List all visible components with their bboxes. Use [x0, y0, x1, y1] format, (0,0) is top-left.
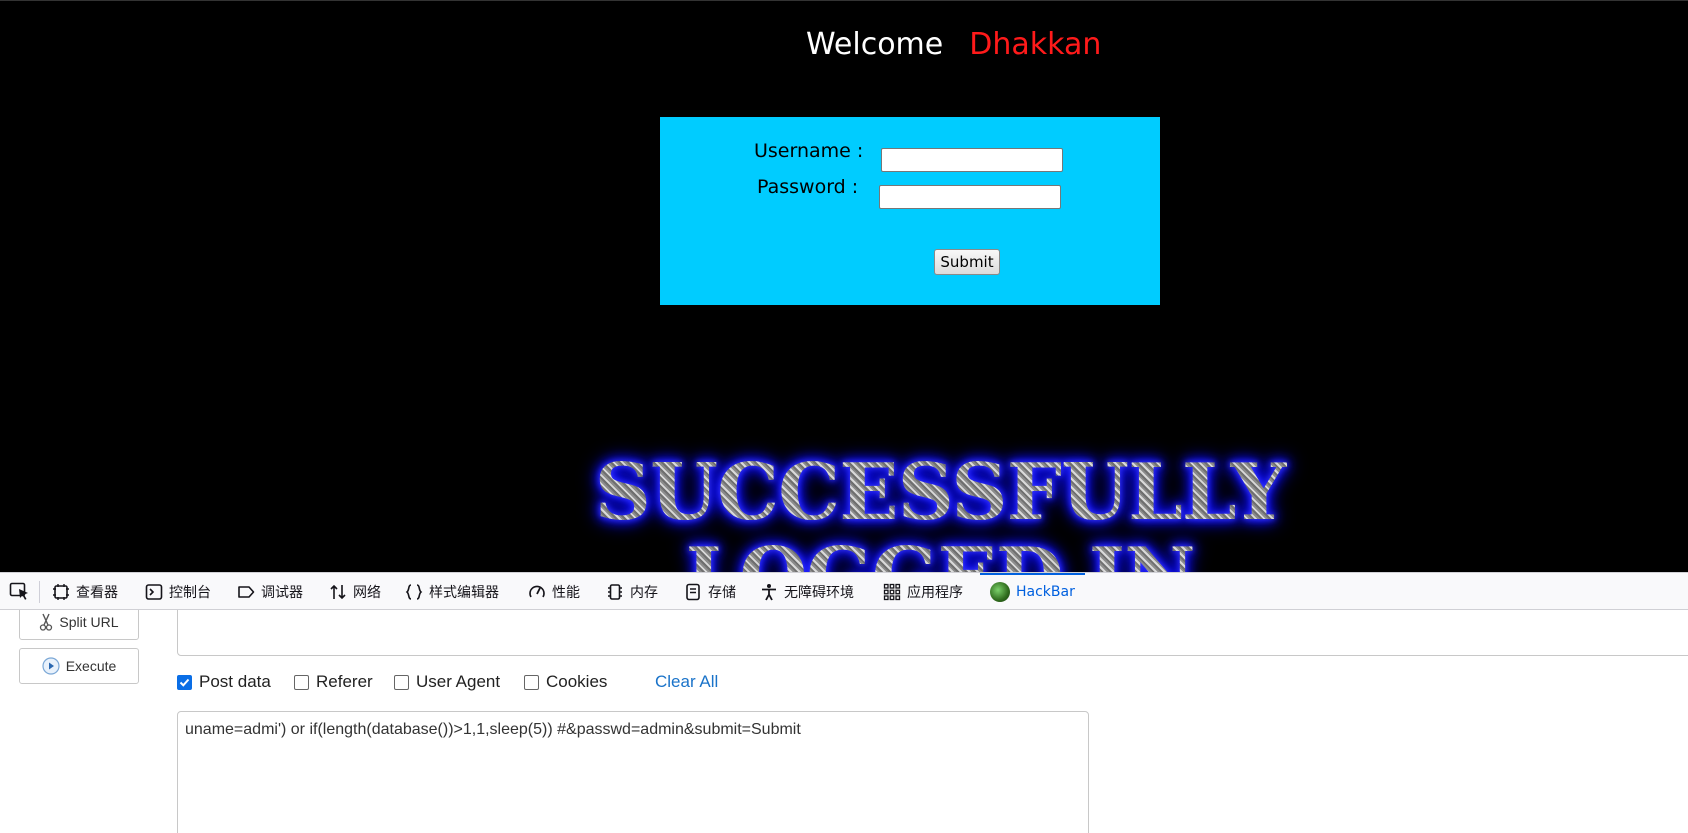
login-form: Username : Password : Submit: [660, 117, 1160, 305]
tab-label: 样式编辑器: [429, 584, 499, 601]
cookies-checkbox[interactable]: [524, 674, 539, 690]
post-data-textarea[interactable]: uname=admi') or if(length(database())>1,…: [177, 711, 1089, 833]
tab-label: 控制台: [169, 584, 211, 601]
application-icon: [883, 583, 901, 600]
tab-label: 存储: [708, 584, 736, 601]
user-agent-option[interactable]: User Agent: [394, 670, 500, 694]
referer-label: Referer: [316, 672, 373, 691]
accessibility-icon: [762, 583, 776, 600]
tab-style-editor[interactable]: 样式编辑器: [405, 573, 499, 610]
cookies-label: Cookies: [546, 672, 608, 691]
banner-line-1: SUCCESSFULLY: [594, 447, 1286, 538]
tab-storage[interactable]: 存储: [684, 573, 736, 610]
welcome-heading: Welcome Dhakkan: [806, 27, 1101, 62]
performance-icon: [529, 585, 545, 597]
tab-label: 内存: [630, 584, 658, 601]
post-data-option[interactable]: Post data: [177, 670, 271, 694]
tab-inspector[interactable]: 查看器: [52, 573, 118, 610]
welcome-name: Dhakkan: [969, 27, 1102, 62]
tab-label: 性能: [552, 584, 580, 601]
hackbar-icon: [990, 581, 1010, 602]
post-data-checkbox[interactable]: [177, 674, 192, 690]
username-input[interactable]: [881, 148, 1063, 172]
tab-hackbar[interactable]: HackBar: [980, 573, 1085, 610]
banner-line-2: LOGGED IN: [540, 535, 1340, 572]
debugger-icon: [238, 585, 255, 598]
element-picker-icon[interactable]: [9, 582, 31, 602]
network-icon: [330, 584, 346, 599]
referer-checkbox[interactable]: [294, 674, 309, 690]
console-icon: [145, 583, 163, 600]
password-label: Password :: [757, 176, 859, 198]
web-page: Welcome Dhakkan Username : Password : Sub…: [0, 0, 1688, 572]
split-url-label: Split URL: [59, 614, 119, 630]
execute-button[interactable]: Execute: [19, 648, 139, 684]
toolbar-separator: [39, 581, 40, 603]
scissors-icon: [40, 613, 53, 631]
clear-all-link[interactable]: Clear All: [655, 670, 718, 694]
hackbar-panel: Split URL Execute Post data Referer User…: [0, 610, 1688, 833]
password-input[interactable]: [879, 185, 1061, 209]
checkmark-icon: [179, 678, 190, 687]
user-agent-checkbox[interactable]: [394, 674, 409, 690]
tab-label: 查看器: [76, 584, 118, 601]
storage-icon: [686, 583, 700, 600]
devtools-toolbar: 查看器 控制台 调试器 网络 样式编辑器 性能 内存 存储 无障碍环境 应用程序…: [0, 572, 1688, 610]
url-textarea[interactable]: [177, 610, 1688, 656]
tab-label: 网络: [353, 584, 381, 601]
split-url-button[interactable]: Split URL: [19, 610, 139, 640]
inspector-icon: [53, 583, 69, 600]
tab-label: 无障碍环境: [784, 584, 854, 601]
tab-memory[interactable]: 内存: [606, 573, 658, 610]
play-icon: [42, 657, 60, 675]
tab-accessibility[interactable]: 无障碍环境: [760, 573, 854, 610]
referer-option[interactable]: Referer: [294, 670, 373, 694]
username-label: Username :: [754, 140, 864, 162]
tab-network[interactable]: 网络: [329, 573, 381, 610]
tab-application[interactable]: 应用程序: [883, 573, 963, 610]
user-agent-label: User Agent: [416, 672, 501, 691]
tab-label: 应用程序: [907, 584, 963, 601]
welcome-label: Welcome: [806, 27, 944, 62]
tab-console[interactable]: 控制台: [145, 573, 211, 610]
cookies-option[interactable]: Cookies: [524, 670, 607, 694]
success-banner: SUCCESSFULLY LOGGED IN: [540, 451, 1340, 572]
tab-performance[interactable]: 性能: [528, 573, 580, 610]
tab-label: HackBar: [1016, 583, 1075, 600]
post-data-label: Post data: [199, 672, 271, 691]
execute-label: Execute: [65, 658, 117, 674]
style-editor-icon: [405, 583, 423, 600]
tab-debugger[interactable]: 调试器: [237, 573, 303, 610]
submit-button[interactable]: Submit: [934, 249, 1000, 275]
memory-icon: [608, 583, 622, 600]
tab-label: 调试器: [261, 584, 303, 601]
